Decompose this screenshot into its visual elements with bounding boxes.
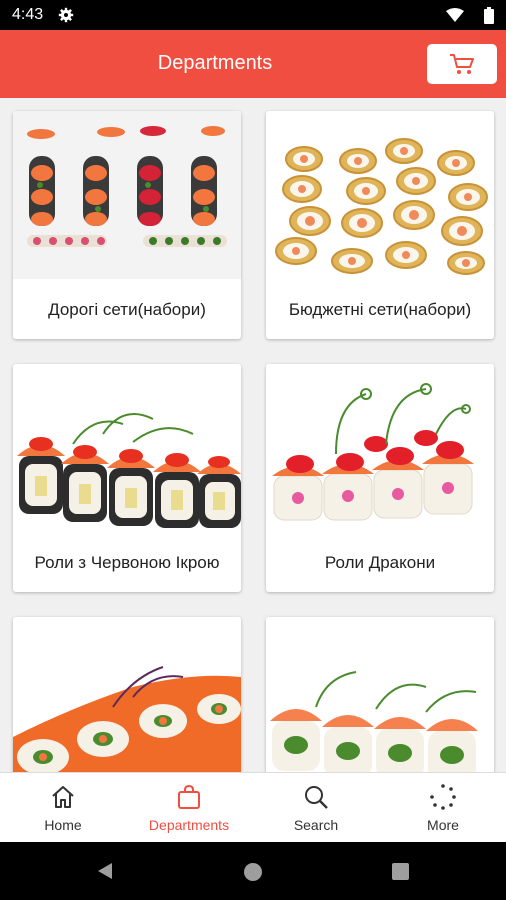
department-card[interactable] — [13, 617, 241, 772]
department-label: Роли Дракони — [324, 552, 436, 572]
red-caviar-rolls-image — [13, 364, 241, 532]
cart-icon — [450, 54, 474, 74]
more-icon — [430, 784, 456, 810]
nav-more-label: More — [427, 817, 459, 833]
salmon-caviar-roll-image — [13, 617, 241, 772]
recents-icon[interactable] — [392, 863, 409, 880]
nav-more[interactable]: More — [380, 773, 506, 843]
nav-search-label: Search — [293, 817, 339, 833]
home-circle-icon[interactable] — [243, 862, 263, 882]
department-card[interactable] — [266, 617, 494, 772]
home-icon — [52, 786, 74, 808]
nav-search[interactable]: Search — [253, 773, 379, 843]
bottom-navigation: Home Departments Search More — [0, 772, 506, 843]
department-card[interactable]: Роли Дракони — [266, 364, 494, 592]
nav-home-label: Home — [44, 817, 82, 833]
page-title: Departments — [157, 52, 273, 74]
status-bar: 4:43 — [0, 0, 506, 30]
department-label: Дорогі сети(набори) — [48, 299, 206, 319]
back-icon[interactable] — [96, 862, 114, 880]
wifi-icon — [446, 8, 464, 22]
department-grid: Дорогі сети(набори) Бюджетні сети(набори… — [0, 98, 506, 772]
tempura-rolls-image — [266, 111, 494, 279]
bag-icon — [178, 784, 200, 809]
status-time: 4:43 — [12, 6, 44, 23]
nav-departments-label: Departments — [148, 817, 230, 833]
battery-icon — [484, 7, 494, 24]
sushi-set-image — [13, 111, 241, 279]
search-icon — [305, 786, 328, 809]
department-label: Бюджетні сети(набори) — [288, 299, 472, 319]
department-card[interactable]: Роли з Червоною Ікрою — [13, 364, 241, 592]
department-label: Роли з Червоною Ікрою — [34, 552, 220, 572]
department-card[interactable]: Бюджетні сети(набори) — [266, 111, 494, 339]
nav-departments[interactable]: Departments — [126, 773, 252, 843]
cart-button[interactable] — [427, 44, 497, 84]
settings-gear-icon — [58, 7, 74, 23]
dragon-rolls-image — [266, 364, 494, 532]
nav-home[interactable]: Home — [0, 773, 126, 843]
system-navigation-bar — [0, 842, 506, 900]
salmon-rolls-image — [266, 617, 494, 772]
department-card[interactable]: Дорогі сети(набори) — [13, 111, 241, 339]
